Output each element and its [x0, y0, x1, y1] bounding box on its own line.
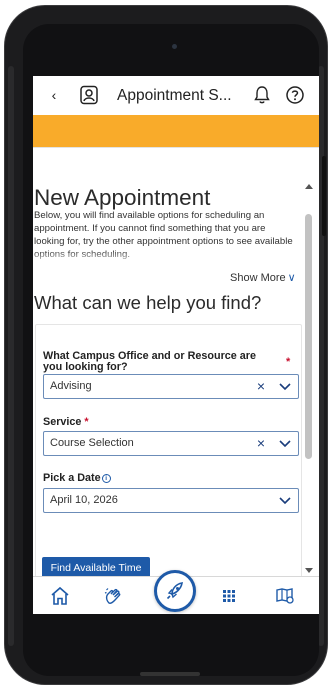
alert-banner	[33, 115, 319, 147]
chevron-down-icon: ∨	[287, 272, 296, 284]
header-divider	[33, 147, 319, 148]
required-indicator: *	[286, 356, 291, 368]
home-icon[interactable]	[49, 585, 71, 607]
office-select-value: Advising	[50, 380, 92, 392]
rocket-button[interactable]	[154, 570, 196, 612]
chevron-left-icon: ‹	[51, 87, 57, 103]
scroll-up-arrow[interactable]	[305, 184, 313, 189]
service-select-value: Course Selection	[50, 437, 134, 449]
map-book-icon[interactable]	[274, 585, 296, 607]
info-icon[interactable]: i	[101, 474, 111, 483]
help-circle-icon[interactable]	[285, 85, 305, 105]
app-header: ‹ Appointment S...	[33, 76, 319, 115]
description-fade	[33, 252, 303, 266]
bell-icon[interactable]	[253, 85, 271, 105]
front-camera	[172, 44, 177, 49]
phone-side-button	[322, 156, 326, 236]
service-select[interactable]: Course Selection ×	[43, 431, 299, 456]
page-header-title: Appointment S...	[117, 87, 232, 104]
chevron-down-icon[interactable]	[278, 436, 292, 451]
back-button[interactable]: ‹	[46, 86, 62, 104]
required-indicator: *	[84, 416, 89, 428]
service-label-text: Service	[43, 416, 82, 428]
scrollbar-thumb[interactable]	[305, 214, 312, 459]
office-select[interactable]: Advising ×	[43, 374, 299, 399]
show-more-label: Show More	[230, 272, 286, 284]
chevron-down-icon[interactable]	[278, 493, 292, 508]
home-indicator	[140, 672, 200, 676]
date-select-value: April 10, 2026	[50, 494, 118, 506]
scroll-down-arrow[interactable]	[305, 568, 313, 573]
chevron-down-icon[interactable]	[278, 379, 292, 394]
rocket-icon	[166, 582, 183, 600]
phone-rail-left	[8, 66, 14, 646]
grid-icon[interactable]	[218, 585, 240, 607]
date-label-text: Pick a Date	[43, 472, 101, 484]
page-title: New Appointment	[34, 185, 211, 210]
office-clear-icon[interactable]: ×	[254, 379, 268, 394]
date-field-label: Pick a Date i	[43, 473, 111, 484]
hand-wave-icon[interactable]	[103, 585, 125, 607]
bottom-nav	[33, 570, 319, 614]
section-title: What can we help you find?	[34, 292, 262, 313]
date-select[interactable]: April 10, 2026	[43, 488, 299, 513]
office-field-label: What Campus Office and or Resource are y…	[43, 350, 256, 373]
appointment-badge-icon	[80, 85, 98, 105]
show-more-link[interactable]: Show More ∨	[230, 271, 296, 284]
search-form-card: What Campus Office and or Resource are y…	[35, 324, 302, 584]
service-clear-icon[interactable]: ×	[254, 436, 268, 451]
service-field-label: Service *	[43, 417, 89, 428]
app-screen: ‹ Appointment S... New Appointment Below…	[33, 76, 319, 614]
